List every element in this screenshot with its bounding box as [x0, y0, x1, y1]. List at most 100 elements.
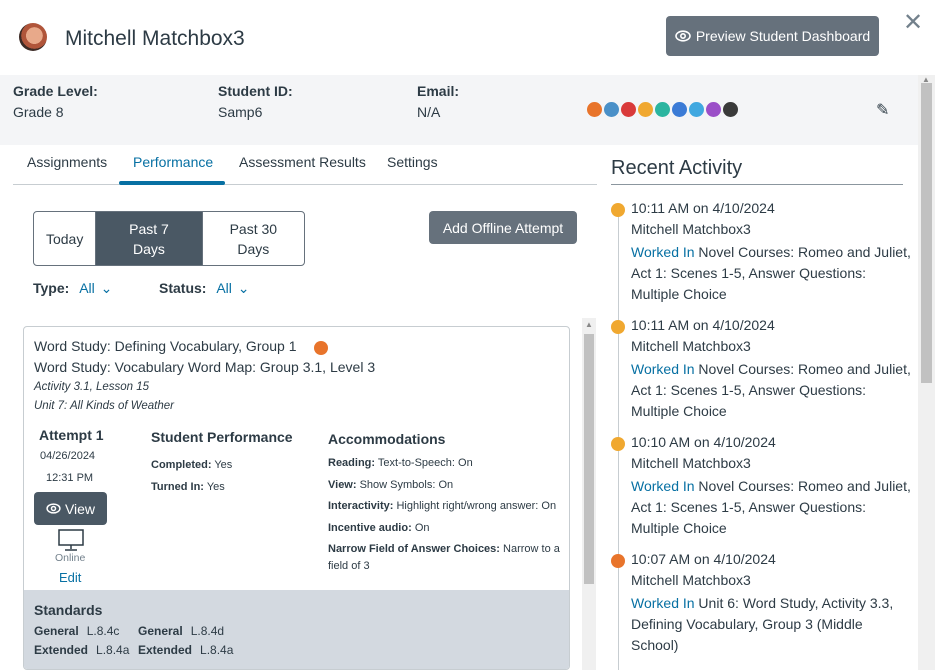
- standard-item: General L.8.4d: [138, 624, 225, 638]
- student-info: Grade Level: Grade 8 Student ID: Samp6 E…: [0, 75, 918, 145]
- program-badges: [587, 102, 738, 117]
- close-icon[interactable]: ✕: [902, 11, 924, 35]
- tab-assignments[interactable]: Assignments: [27, 154, 107, 170]
- edit-pencil-icon[interactable]: ✎: [876, 100, 889, 120]
- activity-description: Worked In Novel Courses: Romeo and Julie…: [631, 244, 911, 302]
- status-filter[interactable]: Status: All ⌄: [159, 280, 250, 297]
- email-label: Email:: [417, 83, 460, 99]
- divider: [611, 184, 903, 185]
- standards-title: Standards: [34, 602, 103, 618]
- activity-description: Worked In Novel Courses: Romeo and Julie…: [631, 478, 911, 536]
- activity-badge-icon: [611, 203, 625, 217]
- activity-time: 10:11 AM on 4/10/2024: [631, 200, 775, 216]
- eye-icon: [675, 30, 691, 42]
- unit-name: Unit 7: All Kinds of Weather: [34, 400, 174, 412]
- program-badge-icon: [706, 102, 721, 117]
- header: Mitchell Matchbox3 Preview Student Dashb…: [0, 0, 935, 75]
- student-name: Mitchell Matchbox3: [65, 27, 245, 50]
- standard-item: General L.8.4c: [34, 624, 120, 638]
- range-today[interactable]: Today: [34, 212, 95, 265]
- program-badge-icon: [638, 102, 653, 117]
- chevron-down-icon[interactable]: ⌄: [101, 280, 113, 296]
- program-badge-icon: [604, 102, 619, 117]
- accommodation-reading: Reading: Text-to-Speech: On: [328, 457, 473, 469]
- card-scrollbar[interactable]: ▲: [582, 318, 596, 670]
- activity-student: Mitchell Matchbox3: [631, 338, 751, 354]
- type-filter-value[interactable]: All: [79, 280, 95, 296]
- status-filter-label: Status:: [159, 280, 207, 296]
- scroll-thumb[interactable]: [584, 334, 594, 584]
- edit-link[interactable]: Edit: [59, 570, 81, 585]
- activity-description: Worked In Unit 6: Word Study, Activity 3…: [631, 595, 894, 653]
- program-badge-icon: [587, 102, 602, 117]
- tab-bar: Assignments Performance Assessment Resul…: [13, 145, 597, 185]
- range-past-7-days[interactable]: Past 7 Days: [95, 212, 203, 265]
- accommodation-view: View: Show Symbols: On: [328, 479, 454, 491]
- monitor-icon: [58, 529, 84, 551]
- activity-badge-icon: [611, 320, 625, 334]
- activity-time: 10:10 AM on 4/10/2024: [631, 434, 776, 450]
- accommodations-title: Accommodations: [328, 431, 446, 447]
- student-performance-title: Student Performance: [151, 429, 293, 445]
- grade-value: Grade 8: [13, 104, 64, 120]
- program-badge-icon: [672, 102, 687, 117]
- avatar: [19, 23, 47, 51]
- type-filter-label: Type:: [33, 280, 70, 296]
- activity-student: Mitchell Matchbox3: [631, 221, 751, 237]
- accommodation-narrow-field: Narrow Field of Answer Choices: Narrow t…: [328, 543, 560, 572]
- active-tab-indicator: [119, 181, 225, 185]
- activity-verb-link[interactable]: Worked In: [631, 595, 695, 611]
- add-offline-attempt-button[interactable]: Add Offline Attempt: [429, 211, 577, 244]
- activity-badge-icon: [611, 554, 625, 568]
- email-value: N/A: [417, 104, 441, 120]
- activity-badge-icon: [611, 437, 625, 451]
- activity-lesson: Activity 3.1, Lesson 15: [34, 381, 150, 393]
- program-badge-icon: [655, 102, 670, 117]
- preview-dashboard-button[interactable]: Preview Student Dashboard: [666, 16, 879, 56]
- turned-in-status: Turned In: Yes: [151, 481, 225, 493]
- scroll-thumb[interactable]: [921, 83, 932, 383]
- view-label: View: [64, 500, 96, 517]
- activity-verb-link[interactable]: Worked In: [631, 361, 695, 377]
- eye-icon: [46, 503, 61, 514]
- program-badge-icon: [621, 102, 636, 117]
- online-label: Online: [55, 552, 86, 564]
- standard-item: Extended L.8.4a: [34, 643, 130, 657]
- activity-verb-link[interactable]: Worked In: [631, 478, 695, 494]
- standards-section: Standards General L.8.4c General L.8.4d Ex…: [24, 590, 569, 669]
- tab-settings[interactable]: Settings: [387, 154, 438, 170]
- activity-title: Word Study: Vocabulary Word Map: Group 3…: [34, 359, 376, 375]
- tab-assessment-results[interactable]: Assessment Results: [239, 154, 366, 170]
- range-past-30-days[interactable]: Past 30 Days: [203, 212, 304, 265]
- activity-verb-link[interactable]: Worked In: [631, 244, 695, 260]
- program-badge-icon: [689, 102, 704, 117]
- attempt-date: 04/26/2024: [40, 450, 96, 462]
- student-id-label: Student ID:: [218, 83, 293, 99]
- attempt-title: Attempt 1: [39, 427, 104, 443]
- attempt-time: 12:31 PM: [46, 472, 94, 484]
- view-button[interactable]: View: [34, 492, 107, 525]
- activity-student: Mitchell Matchbox3: [631, 572, 751, 588]
- scroll-up-arrow-icon[interactable]: ▲: [585, 320, 593, 329]
- program-badge-icon: [314, 341, 328, 355]
- completed-status: Completed: Yes: [151, 459, 233, 471]
- standard-item: Extended L.8.4a: [138, 643, 234, 657]
- page-scrollbar[interactable]: ▲: [918, 75, 935, 670]
- performance-card: Word Study: Defining Vocabulary, Group 1…: [23, 326, 570, 670]
- accommodation-interactivity: Interactivity: Highlight right/wrong ans…: [328, 500, 557, 512]
- activity-time: 10:07 AM on 4/10/2024: [631, 551, 776, 567]
- grade-label: Grade Level:: [13, 83, 98, 99]
- preview-dashboard-label: Preview Student Dashboard: [695, 28, 871, 44]
- accommodation-incentive-audio: Incentive audio: On: [328, 522, 430, 534]
- program-badge-icon: [723, 102, 738, 117]
- status-filter-value[interactable]: All: [216, 280, 232, 296]
- activity-description: Worked In Novel Courses: Romeo and Julie…: [631, 361, 911, 419]
- date-range-selector: Today Past 7 Days Past 30 Days: [33, 211, 305, 266]
- chevron-down-icon[interactable]: ⌄: [238, 280, 250, 296]
- type-filter[interactable]: Type: All ⌄: [33, 280, 112, 297]
- student-id-value: Samp6: [218, 104, 263, 120]
- lesson-title: Word Study: Defining Vocabulary, Group 1: [34, 338, 297, 354]
- activity-student: Mitchell Matchbox3: [631, 455, 751, 471]
- tab-performance[interactable]: Performance: [133, 154, 213, 170]
- recent-activity-title: Recent Activity: [611, 157, 743, 179]
